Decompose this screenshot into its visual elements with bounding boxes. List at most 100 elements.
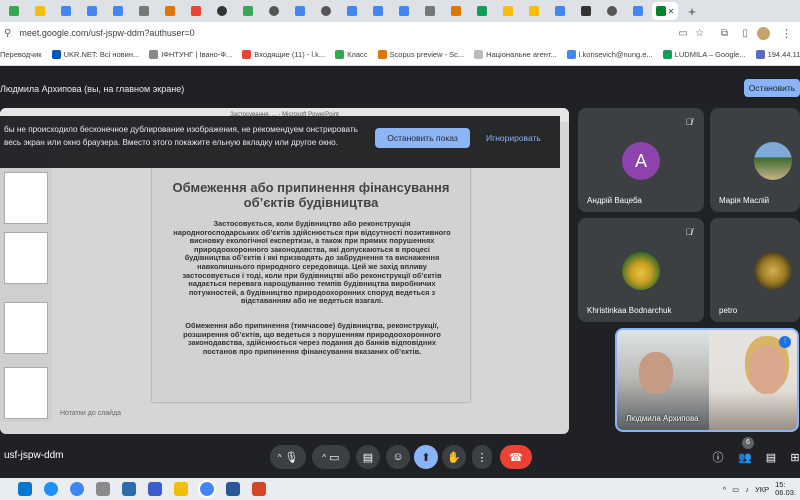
microphone-toggle[interactable]: ^ 🎙 (270, 445, 306, 469)
bookmark-star-icon[interactable]: ☆ (695, 28, 704, 39)
leave-call-button[interactable]: ☎ (500, 445, 532, 469)
browser-tab[interactable] (2, 2, 26, 20)
mic-off-icon: 🎙̸ (685, 227, 693, 237)
browser-tab[interactable] (184, 2, 208, 20)
browser-tab[interactable] (522, 2, 546, 20)
browser-tab[interactable] (470, 2, 494, 20)
app-icon[interactable] (96, 482, 110, 496)
chevron-up-icon[interactable]: ^ (278, 453, 282, 462)
browser-tab[interactable] (28, 2, 52, 20)
more-options-button[interactable]: ⋮ (472, 445, 492, 469)
browser-tab[interactable] (626, 2, 650, 20)
stop-sharing-button[interactable]: Остановить показ (375, 128, 470, 148)
address-bar-row: ⚲ meet.google.com/usf-jspw-ddm?authuser=… (0, 22, 800, 44)
meeting-details-button[interactable]: ⓘ (707, 445, 729, 469)
screen-share-warning: бы не происходило бесконечное дублирован… (0, 116, 560, 168)
browser-tab[interactable] (340, 2, 364, 20)
mic-off-icon: 🎙̸ (685, 117, 693, 127)
browser-tab[interactable] (288, 2, 312, 20)
people-button[interactable]: 👥 6 (734, 437, 756, 469)
word-icon[interactable] (226, 482, 240, 496)
url-field[interactable]: meet.google.com/usf-jspw-ddm?authuser=0 (19, 28, 194, 38)
bookmark-item[interactable]: Класс (335, 50, 368, 59)
edge-icon[interactable] (44, 482, 58, 496)
browser-tab[interactable] (158, 2, 182, 20)
browser-tab[interactable] (54, 2, 78, 20)
app-icon[interactable] (148, 482, 162, 496)
clock-date: 06.03. (775, 488, 796, 497)
participant-tile[interactable]: petro (710, 218, 800, 322)
camera-toggle[interactable]: ^ ▭ (312, 445, 350, 469)
cast-icon[interactable]: ▭ (679, 28, 688, 39)
chat-button[interactable]: ▤ (760, 445, 782, 469)
bookmark-item[interactable]: ІФНТУНГ | Івано-Ф... (149, 50, 232, 59)
clock[interactable]: 15: 06.03. (775, 481, 796, 497)
file-explorer-icon[interactable] (174, 482, 188, 496)
bookmark-item[interactable]: l.konsevich@nung.e... (566, 50, 653, 59)
network-icon[interactable]: ▭ (732, 485, 739, 494)
self-view-tile[interactable]: ⦙ Людмила Архипова (615, 328, 799, 432)
browser-tab[interactable] (574, 2, 598, 20)
chrome-active-icon[interactable] (198, 480, 216, 498)
stop-presenting-button[interactable]: Остановить (744, 79, 800, 97)
bookmark-item[interactable]: Входящие (11) - l.k... (242, 50, 325, 59)
captions-button[interactable]: ▤ (356, 445, 380, 469)
browser-tab[interactable] (366, 2, 390, 20)
raise-hand-button[interactable]: ✋ (442, 445, 466, 469)
browser-tab[interactable] (444, 2, 468, 20)
powerpoint-icon[interactable] (252, 482, 266, 496)
browser-tab[interactable] (314, 2, 338, 20)
browser-tab[interactable] (418, 2, 442, 20)
new-tab-button[interactable]: + (680, 2, 704, 20)
ignore-button[interactable]: Игнорировать (486, 128, 546, 148)
browser-tab[interactable] (600, 2, 624, 20)
tab-favicon-icon (607, 6, 617, 16)
browser-tab-active[interactable]: ✕ (652, 2, 678, 20)
browser-tab[interactable] (210, 2, 234, 20)
bookmark-item[interactable]: Scopus preview - Sc... (377, 50, 464, 59)
sidebar-icon[interactable]: ▯ (742, 28, 748, 39)
browser-tab[interactable] (80, 2, 104, 20)
present-button[interactable]: ⬆ (414, 445, 438, 469)
warning-text: бы не происходило бесконечное дублирован… (4, 125, 358, 147)
participant-tile[interactable]: 🎙̸ A Андрій Вацеба (578, 108, 704, 212)
bookmark-item[interactable]: LUDMILA – Google... (662, 50, 746, 59)
language-indicator[interactable]: УКР (755, 485, 769, 494)
volume-icon[interactable]: ♪ (745, 485, 749, 494)
camera-icon: ▭ (329, 451, 340, 464)
browser-menu-icon[interactable]: ⋮ (781, 27, 792, 40)
presenter-label: Людмила Архипова (вы, на главном экране) (0, 84, 185, 94)
site-info-icon[interactable]: ⚲ (4, 28, 11, 39)
browser-tab[interactable] (392, 2, 416, 20)
bookmark-item[interactable]: UKR.NET: Всі новин... (51, 50, 139, 59)
participant-tile[interactable]: Марія Маслій (710, 108, 800, 212)
participant-name: Марія Маслій (719, 196, 770, 205)
chrome-icon[interactable] (70, 482, 84, 496)
chevron-up-icon[interactable]: ^ (322, 453, 326, 462)
app-icon[interactable] (122, 482, 136, 496)
browser-tab[interactable] (548, 2, 572, 20)
emoji-icon: ☺ (392, 451, 404, 463)
participant-name: Андрій Вацеба (587, 196, 642, 205)
participant-tile[interactable]: 🎙̸ Khristinkaa Bodnarchuk (578, 218, 704, 322)
activities-button[interactable]: ⊞ (784, 445, 800, 469)
bookmark-item[interactable]: Переводчик (0, 50, 42, 59)
browser-tab[interactable] (496, 2, 520, 20)
tab-favicon-icon (425, 6, 435, 16)
windows-start-icon[interactable] (18, 482, 32, 496)
browser-tab[interactable] (106, 2, 130, 20)
face-left (639, 352, 673, 394)
tab-favicon-icon (555, 6, 565, 16)
browser-tab[interactable] (262, 2, 286, 20)
bookmark-item[interactable]: Національне агент... (474, 50, 557, 59)
extensions-icon[interactable]: ⧉ (721, 28, 728, 39)
bookmark-item[interactable]: 194.44.112.1 (755, 50, 800, 59)
browser-tab[interactable] (132, 2, 156, 20)
close-tab-icon[interactable]: ✕ (668, 7, 675, 16)
browser-tab[interactable] (236, 2, 260, 20)
tray-chevron-icon[interactable]: ^ (723, 485, 727, 494)
reactions-button[interactable]: ☺ (386, 445, 410, 469)
browser-tab-strip: ✕ + (0, 0, 800, 22)
participants-count-badge: 6 (742, 437, 754, 449)
profile-avatar[interactable] (757, 26, 770, 40)
